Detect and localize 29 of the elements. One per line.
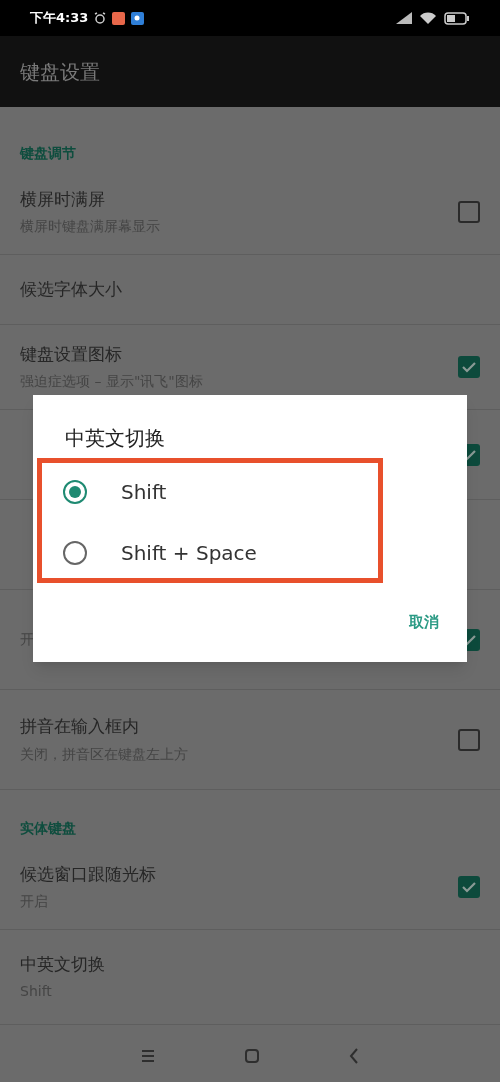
alarm-icon — [94, 12, 107, 24]
wifi-icon — [420, 12, 436, 24]
setting-title: 横屏时满屏 — [20, 187, 106, 211]
section-header: 实体键盘 — [20, 819, 76, 838]
setting-title: 候选窗口跟随光标 — [20, 862, 157, 886]
setting-title: 中英文切换 — [20, 952, 106, 976]
checkbox[interactable] — [458, 728, 480, 751]
radio-option[interactable]: Shift + Space — [63, 533, 257, 573]
setting-title: 候选字体大小 — [20, 277, 123, 301]
cancel-button[interactable]: 取消 — [403, 607, 445, 638]
check-icon — [461, 879, 477, 895]
back-icon[interactable] — [349, 1048, 359, 1064]
app-icon — [131, 11, 145, 25]
clock-time: 下午4:33 — [30, 9, 89, 28]
checkbox[interactable] — [458, 201, 480, 223]
menu-icon[interactable] — [141, 1050, 155, 1062]
radio-option[interactable]: Shift — [63, 472, 167, 512]
checkbox[interactable] — [458, 356, 480, 378]
checkbox[interactable] — [458, 876, 480, 898]
app-icon — [112, 11, 126, 25]
signal-icon — [396, 12, 412, 24]
home-icon[interactable] — [245, 1049, 259, 1063]
dialog-title: 中英文切换 — [65, 425, 165, 452]
check-icon — [461, 359, 477, 375]
setting-title: 拼音在输入框内 — [20, 715, 140, 739]
section-header: 键盘调节 — [20, 144, 76, 163]
setting-title: 键盘设置图标 — [20, 342, 123, 366]
battery-icon — [444, 11, 470, 25]
screen-title: 键盘设置 — [20, 58, 100, 86]
